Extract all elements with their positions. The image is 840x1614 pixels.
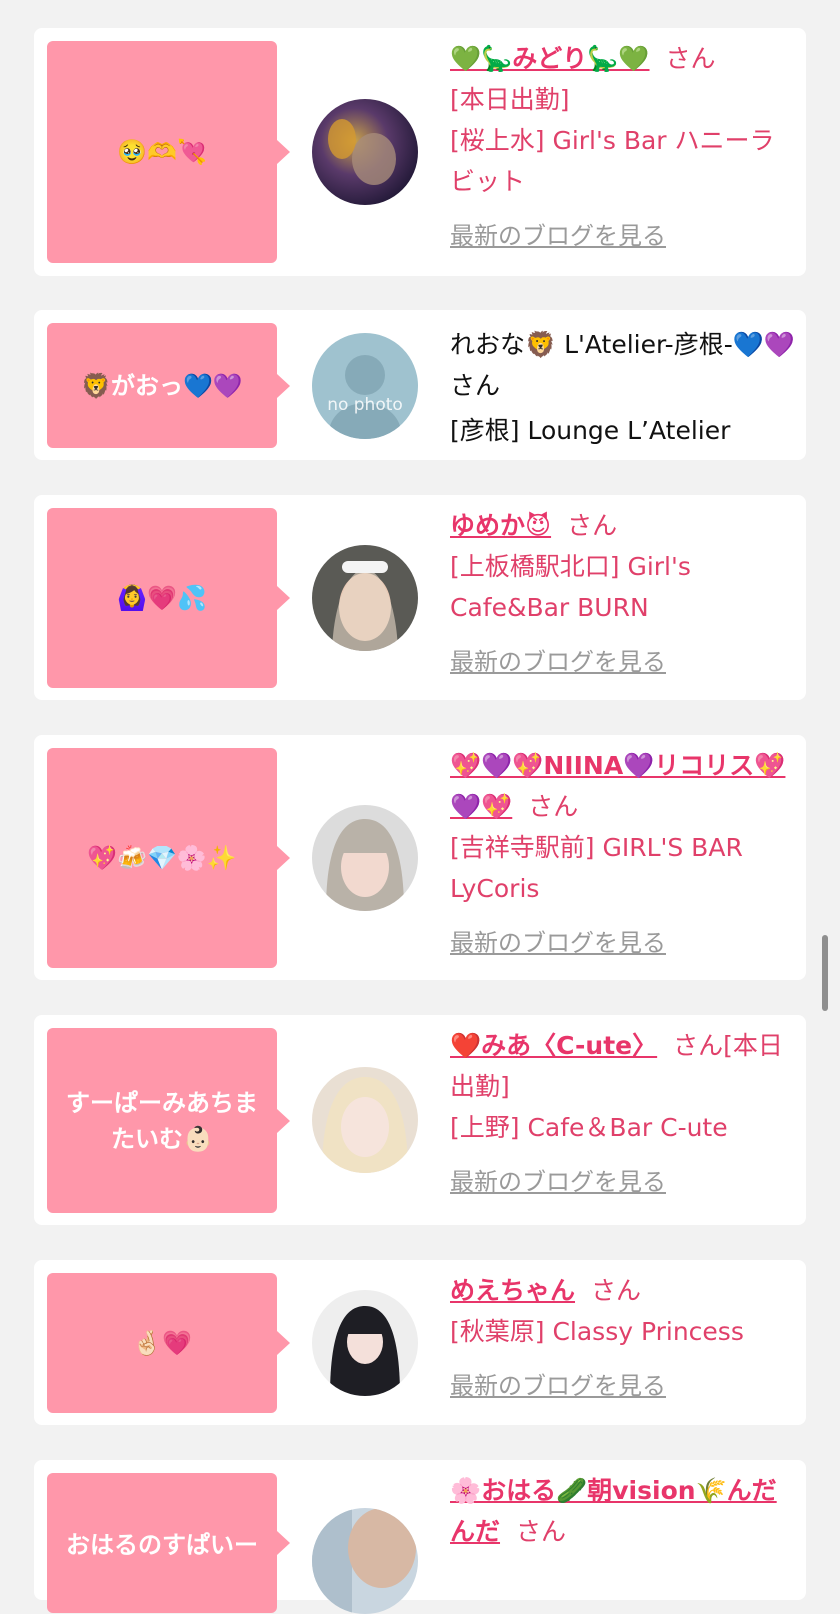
message-bubble: 💖🍻💎🌸✨	[47, 748, 290, 968]
message-bubble: 🦁がおっ💙💜	[47, 323, 290, 448]
cast-name-link[interactable]: 💖💜💖NIINA💜リコリス💖💜💖	[450, 751, 785, 821]
blog-link[interactable]: 最新のブログを見る	[450, 923, 666, 964]
shop-name: [秋葉原] Classy Princess	[450, 1317, 744, 1346]
avatar[interactable]	[312, 99, 418, 205]
post-card: 🦁がおっ💙💜 no photo れおな🦁 L'Atelier-彦根-💙💜さん […	[34, 310, 806, 460]
no-photo-text: no photo	[327, 395, 403, 415]
post-card: すーぱーみあちまたいむ👶🏻 ❤️みあ〈C-ute〉 さん[本日出勤] [上野] C…	[34, 1015, 806, 1225]
avatar[interactable]	[312, 1508, 418, 1614]
post-card: 🙆‍♀️💗💦 ゆめか😈 さん [上板橋駅北口] Girl's Cafe&Bar B…	[34, 495, 806, 700]
shop-name: [吉祥寺駅前] GIRL'S BAR LyCoris	[450, 833, 743, 903]
post-info: めえちゃん さん [秋葉原] Classy Princess 最新のブログを見る	[450, 1270, 795, 1407]
avatar[interactable]	[312, 1290, 418, 1396]
shop-name: [彦根] Lounge L’Atelier	[450, 416, 731, 445]
avatar[interactable]	[312, 545, 418, 651]
blog-link[interactable]: 最新のブログを見る	[450, 1162, 666, 1203]
cast-name-link[interactable]: めえちゃん	[450, 1276, 575, 1305]
message-bubble: 🙆‍♀️💗💦	[47, 508, 290, 688]
post-card: 💖🍻💎🌸✨ 💖💜💖NIINA💜リコリス💖💜💖 さん [吉祥寺駅前] GIRL'S …	[34, 735, 806, 980]
post-info: れおな🦁 L'Atelier-彦根-💙💜さん [彦根] Lounge L’Ate…	[450, 324, 795, 451]
san-label: さん	[665, 44, 716, 73]
avatar[interactable]: no photo	[312, 333, 418, 439]
cast-name-link[interactable]: 🌸おはる🥒朝vision🌾んだんだ	[450, 1476, 777, 1546]
blog-link[interactable]: 最新のブログを見る	[450, 1366, 666, 1407]
shop-name: [上野] Cafe＆Bar C-ute	[450, 1113, 728, 1142]
message-bubble: すーぱーみあちまたいむ👶🏻	[47, 1028, 290, 1213]
message-bubble: おはるのすぱいー	[47, 1473, 290, 1613]
post-card: おはるのすぱいー 🌸おはる🥒朝vision🌾んだんだ さん	[34, 1460, 806, 1614]
post-card: 🤞🏻💗 めえちゃん さん [秋葉原] Classy Princess 最新のブログ…	[34, 1260, 806, 1425]
status-text: [本日出勤]	[450, 85, 570, 114]
san-label: さん	[528, 792, 579, 821]
cast-name: れおな🦁 L'Atelier-彦根-💙💜さん	[450, 330, 795, 400]
post-info: 💚🦕みどり🦕💚 さん [本日出勤] [桜上水] Girl's Bar ハニーラビッ…	[450, 38, 795, 257]
post-info: 💖💜💖NIINA💜リコリス💖💜💖 さん [吉祥寺駅前] GIRL'S BAR Ly…	[450, 745, 795, 964]
blog-link[interactable]: 最新のブログを見る	[450, 642, 666, 683]
shop-name: [上板橋駅北口] Girl's Cafe&Bar BURN	[450, 552, 691, 622]
avatar[interactable]	[312, 805, 418, 911]
san-label: さん	[516, 1517, 567, 1546]
cast-name-link[interactable]: ゆめか😈	[450, 511, 551, 540]
cast-name-link[interactable]: 💚🦕みどり🦕💚	[450, 44, 650, 73]
post-info: ❤️みあ〈C-ute〉 さん[本日出勤] [上野] Cafe＆Bar C-ute …	[450, 1025, 795, 1203]
blog-link[interactable]: 最新のブログを見る	[450, 216, 666, 257]
post-card: 🥹🫶💘 💚🦕みどり🦕💚 さん [本日出勤] [桜上水] Girl's Bar ハニ…	[34, 28, 806, 276]
scrollbar[interactable]	[822, 935, 828, 1011]
post-info: ゆめか😈 さん [上板橋駅北口] Girl's Cafe&Bar BURN 最新の…	[450, 505, 795, 683]
san-label: さん	[567, 511, 618, 540]
avatar[interactable]	[312, 1067, 418, 1173]
message-bubble: 🥹🫶💘	[47, 41, 290, 263]
san-label: さん	[591, 1276, 642, 1305]
message-bubble: 🤞🏻💗	[47, 1273, 290, 1413]
shop-name: [桜上水] Girl's Bar ハニーラビット	[450, 126, 775, 196]
cast-name-link[interactable]: ❤️みあ〈C-ute〉	[450, 1031, 657, 1060]
post-info: 🌸おはる🥒朝vision🌾んだんだ さん	[450, 1470, 795, 1552]
